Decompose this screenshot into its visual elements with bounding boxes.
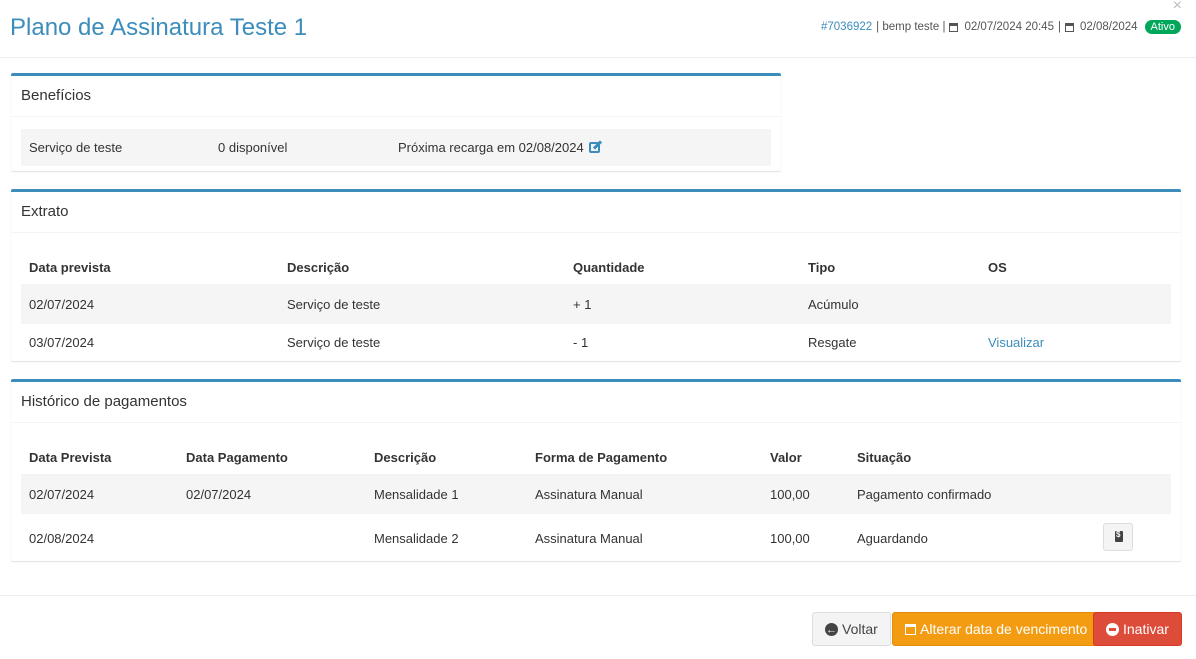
cell-qty: + 1 bbox=[565, 284, 800, 324]
table-row: 02/08/2024 Mensalidade 2 Assinatura Manu… bbox=[21, 513, 1171, 563]
calendar-icon bbox=[1064, 22, 1074, 32]
column-header: Descrição bbox=[279, 239, 565, 286]
boleto-icon bbox=[1115, 530, 1123, 542]
column-header: Data Pagamento bbox=[178, 429, 366, 476]
deactivate-button-label: Inativar bbox=[1123, 621, 1169, 637]
boleto-button[interactable] bbox=[1103, 523, 1133, 551]
status-badge: Ativo bbox=[1144, 20, 1181, 34]
column-header: Data prevista bbox=[21, 239, 279, 286]
payment-history-table: Data Prevista Data Pagamento Descrição F… bbox=[21, 429, 1171, 563]
column-header: Situação bbox=[849, 429, 1095, 476]
cell-paid bbox=[178, 513, 366, 563]
cell-desc: Mensalidade 1 bbox=[366, 474, 527, 514]
customer-name: | bemp teste | bbox=[876, 21, 946, 33]
modal-footer: Voltar Alterar data de vencimento Inativ… bbox=[0, 595, 1196, 659]
view-os-link[interactable]: Visualizar bbox=[988, 335, 1044, 350]
calendar-icon bbox=[949, 22, 959, 32]
payment-history-box: Histórico de pagamentos Data Prevista Da… bbox=[11, 379, 1181, 563]
cell-desc: Serviço de teste bbox=[279, 284, 565, 324]
cell-actions bbox=[1095, 513, 1171, 563]
cell-due: 02/08/2024 bbox=[21, 513, 178, 563]
cell-type: Resgate bbox=[800, 323, 980, 361]
benefit-available: 0 disponível bbox=[218, 140, 288, 155]
table-row: 02/07/2024 02/07/2024 Mensalidade 1 Assi… bbox=[21, 474, 1171, 514]
column-header: Forma de Pagamento bbox=[527, 429, 762, 476]
table-row: 03/07/2024 Serviço de teste - 1 Resgate … bbox=[21, 323, 1171, 361]
benefit-next-recharge: Próxima recarga em 02/08/2024 bbox=[398, 140, 601, 155]
cell-desc: Mensalidade 2 bbox=[366, 513, 527, 563]
change-due-date-button[interactable]: Alterar data de vencimento bbox=[892, 612, 1101, 646]
cell-status: Pagamento confirmado bbox=[849, 474, 1095, 514]
back-button[interactable]: Voltar bbox=[812, 612, 891, 646]
benefit-service: Serviço de teste bbox=[29, 140, 123, 155]
start-date: 02/07/2024 20:45 bbox=[964, 21, 1054, 33]
subscription-id-link[interactable]: #7036922 bbox=[821, 21, 872, 33]
benefit-row: Serviço de teste 0 disponível Próxima re… bbox=[21, 129, 771, 166]
statement-table: Data prevista Descrição Quantidade Tipo … bbox=[21, 239, 1171, 361]
cell-os bbox=[980, 284, 1171, 324]
cell-method: Assinatura Manual bbox=[527, 474, 762, 514]
calendar-icon bbox=[905, 623, 916, 635]
arrow-left-icon bbox=[825, 614, 838, 646]
statement-title: Extrato bbox=[11, 192, 1181, 233]
meta-separator: | bbox=[1057, 21, 1061, 33]
edit-icon[interactable] bbox=[589, 142, 601, 153]
cell-actions bbox=[1095, 474, 1171, 514]
cell-date: 03/07/2024 bbox=[21, 323, 279, 361]
deactivate-button[interactable]: Inativar bbox=[1093, 612, 1182, 646]
cell-value: 100,00 bbox=[762, 513, 849, 563]
cell-date: 02/07/2024 bbox=[21, 284, 279, 324]
page-title: Plano de Assinatura Teste 1 bbox=[10, 14, 308, 41]
modal-header: Plano de Assinatura Teste 1 #7036922 | b… bbox=[0, 0, 1196, 58]
cell-method: Assinatura Manual bbox=[527, 513, 762, 563]
cell-type: Acúmulo bbox=[800, 284, 980, 324]
cell-status: Aguardando bbox=[849, 513, 1095, 563]
benefits-box: Benefícios Serviço de teste 0 disponível… bbox=[11, 73, 781, 171]
column-header: Valor bbox=[762, 429, 849, 476]
change-due-date-label: Alterar data de vencimento bbox=[920, 621, 1088, 637]
minus-circle-icon bbox=[1106, 622, 1119, 636]
cell-qty: - 1 bbox=[565, 323, 800, 361]
column-header: Descrição bbox=[366, 429, 527, 476]
column-header: OS bbox=[980, 239, 1171, 286]
column-header-actions bbox=[1095, 429, 1171, 476]
statement-box: Extrato Data prevista Descrição Quantida… bbox=[11, 189, 1181, 361]
back-button-label: Voltar bbox=[842, 621, 878, 637]
column-header: Tipo bbox=[800, 239, 980, 286]
next-recharge-text: Próxima recarga em 02/08/2024 bbox=[398, 140, 584, 155]
table-row: 02/07/2024 Serviço de teste + 1 Acúmulo bbox=[21, 284, 1171, 324]
payment-history-title: Histórico de pagamentos bbox=[11, 382, 1181, 423]
due-date: 02/08/2024 bbox=[1079, 21, 1138, 33]
cell-paid: 02/07/2024 bbox=[178, 474, 366, 514]
column-header: Data Prevista bbox=[21, 429, 178, 476]
benefits-title: Benefícios bbox=[11, 76, 781, 117]
cell-desc: Serviço de teste bbox=[279, 323, 565, 361]
cell-due: 02/07/2024 bbox=[21, 474, 178, 514]
subscription-meta: #7036922 | bemp teste | 02/07/2024 20:45… bbox=[821, 20, 1181, 34]
cell-value: 100,00 bbox=[762, 474, 849, 514]
column-header: Quantidade bbox=[565, 239, 800, 286]
